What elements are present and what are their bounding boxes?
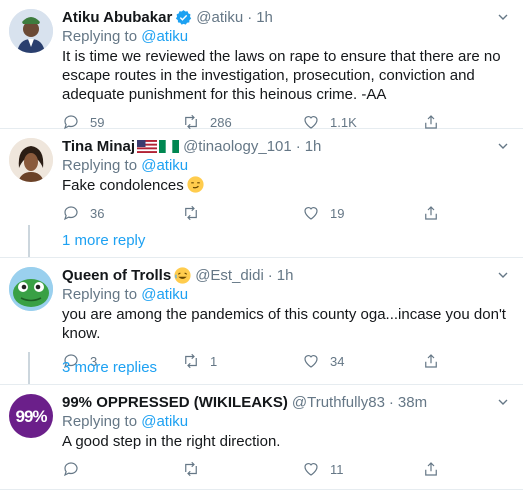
replying-to-label: Replying to: [62, 286, 138, 303]
thread-line: [28, 225, 30, 257]
us-flag-icon: [137, 140, 158, 153]
tweet-text: you are among the pandemics of this coun…: [62, 306, 506, 342]
avatar-image: [9, 9, 53, 53]
reply-icon: [63, 206, 78, 221]
avatar-image: [9, 138, 53, 182]
separator: ·: [295, 138, 301, 155]
retweet-icon: [185, 205, 197, 221]
display-name[interactable]: Tina Minaj: [62, 137, 135, 156]
like-button[interactable]: 19: [302, 204, 422, 223]
replying-to-label: Replying to: [62, 413, 138, 430]
avatar[interactable]: [9, 138, 53, 182]
reply-button[interactable]: 36: [62, 204, 182, 223]
display-name[interactable]: Queen of Trolls: [62, 266, 171, 285]
separator: ·: [388, 394, 394, 411]
share-icon: [425, 462, 437, 476]
display-name[interactable]: 99% OPPRESSED (WIKILEAKS): [62, 393, 288, 412]
retweet-button[interactable]: [182, 204, 302, 222]
tweet-text: It is time we reviewed the laws on rape …: [62, 48, 501, 103]
retweet-button[interactable]: [182, 460, 302, 478]
share-button[interactable]: [422, 204, 450, 222]
replying-to: Replying to @atiku: [62, 156, 511, 175]
avatar-image: [9, 267, 53, 311]
smirk-emoji-icon: [187, 176, 204, 193]
tweet-actions: 11: [62, 451, 511, 487]
heart-icon: [304, 463, 318, 476]
reply-icon: [63, 462, 78, 477]
tweet-text-row: Fake condolences: [62, 176, 511, 195]
timestamp[interactable]: 38m: [398, 393, 427, 412]
replying-to: Replying to @atiku: [62, 412, 511, 431]
show-more-replies[interactable]: 1 more reply: [0, 225, 523, 258]
timestamp[interactable]: 1h: [277, 266, 294, 285]
chevron-down-icon[interactable]: [495, 267, 511, 283]
timestamp[interactable]: 1h: [305, 137, 322, 156]
avatar[interactable]: 99%: [9, 394, 53, 438]
reply-count: 36: [90, 205, 105, 221]
like-count: 11: [330, 461, 344, 477]
more-replies-link[interactable]: 1 more reply: [62, 232, 145, 249]
tweet-text: A good step in the right direction.: [62, 433, 281, 450]
like-button[interactable]: 11: [302, 460, 422, 479]
replying-to: Replying to @atiku: [62, 285, 511, 304]
share-icon: [425, 206, 437, 220]
user-handle[interactable]: @Est_didi: [195, 266, 264, 285]
tweet[interactable]: Queen of Trolls @Est_didi · 1h Replying …: [0, 258, 523, 369]
replying-to-handle[interactable]: @atiku: [141, 157, 188, 174]
reply-button[interactable]: [62, 460, 182, 478]
replying-to-handle[interactable]: @atiku: [141, 286, 188, 303]
separator: ·: [247, 9, 253, 26]
tweet-text: Fake condolences: [62, 177, 184, 194]
user-handle[interactable]: @tinaology_101: [183, 137, 292, 156]
user-handle[interactable]: @Truthfully83: [292, 393, 385, 412]
nigeria-flag-icon: [159, 140, 180, 153]
more-replies-link[interactable]: 3 more replies: [62, 359, 157, 376]
replying-to-label: Replying to: [62, 28, 138, 45]
heart-icon: [304, 207, 318, 220]
laughing-emoji-icon: [174, 267, 191, 284]
avatar[interactable]: [9, 9, 53, 53]
tweet[interactable]: Tina Minaj @tinaology_101 · 1h Replying …: [0, 129, 523, 225]
chevron-down-icon[interactable]: [495, 9, 511, 25]
retweet-icon: [185, 461, 197, 477]
replying-to-handle[interactable]: @atiku: [141, 28, 188, 45]
chevron-down-icon[interactable]: [495, 138, 511, 154]
share-button[interactable]: [422, 460, 450, 478]
user-handle[interactable]: @atiku: [196, 8, 243, 27]
avatar-text: 99%: [15, 406, 47, 426]
like-count: 19: [330, 205, 345, 221]
replying-to-handle[interactable]: @atiku: [141, 413, 188, 430]
thread-line: [28, 352, 30, 384]
show-more-replies[interactable]: 3 more replies: [0, 352, 523, 385]
display-name[interactable]: Atiku Abubakar: [62, 8, 172, 27]
chevron-down-icon[interactable]: [495, 394, 511, 410]
tweet[interactable]: 99% 99% OPPRESSED (WIKILEAKS) @Truthfull…: [0, 385, 523, 490]
avatar[interactable]: [9, 267, 53, 311]
timestamp[interactable]: 1h: [256, 8, 273, 27]
verified-badge-icon: [176, 10, 192, 25]
separator: ·: [267, 267, 273, 284]
tweet[interactable]: Atiku Abubakar @atiku · 1h Replying to @…: [0, 0, 523, 130]
replying-to: Replying to @atiku: [62, 27, 511, 46]
replying-to-label: Replying to: [62, 157, 138, 174]
